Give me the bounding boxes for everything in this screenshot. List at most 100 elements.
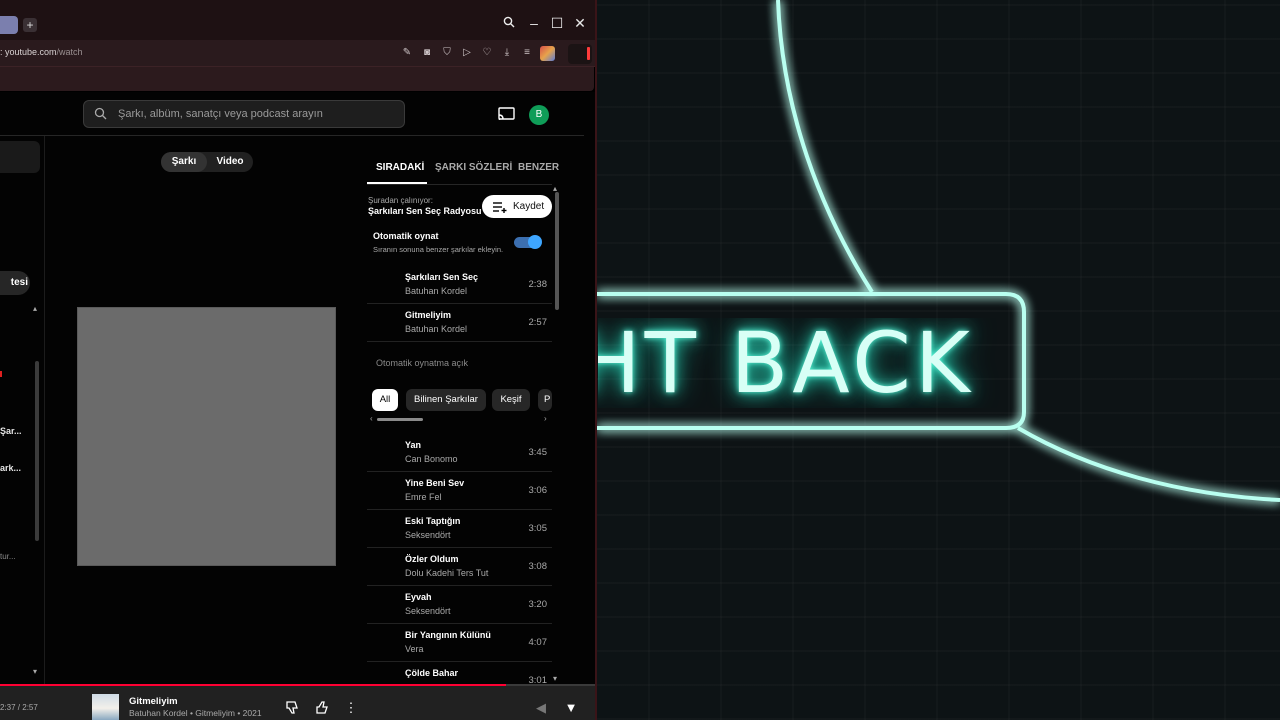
camera-icon[interactable]: ◙ <box>421 47 433 59</box>
like-icon[interactable] <box>314 700 330 716</box>
autoplay-row[interactable]: Yine Beni Sev Emre Fel 3:06 <box>367 472 552 510</box>
queue-duration: 3:45 <box>528 447 548 458</box>
autoplay-row[interactable]: Çölde Bahar 3:01 <box>367 662 552 684</box>
queue-title: Yan <box>405 440 422 450</box>
chip-more[interactable]: P <box>538 389 552 411</box>
red-marker <box>0 371 2 377</box>
sidebar-chip[interactable]: tesi <box>0 271 30 295</box>
queue-duration: 3:06 <box>528 485 548 496</box>
tab-related[interactable]: BENZER <box>518 162 559 173</box>
autoplay-row[interactable]: Eyvah Seksendört 3:20 <box>367 586 552 624</box>
autoplay-title: Otomatik oynat <box>373 231 439 241</box>
queue-title: Yine Beni Sev <box>405 478 465 488</box>
queue-artist[interactable]: Batuhan Kordel <box>405 324 467 334</box>
sidebar-item[interactable]: Şar... <box>0 426 22 436</box>
toggle-video[interactable]: Video <box>207 152 253 172</box>
queue-title: Bir Yangının Külünü <box>405 630 491 640</box>
search-icon <box>94 107 107 120</box>
sidebar-scrollbar[interactable] <box>35 361 39 541</box>
edit-icon[interactable]: ✎ <box>401 47 413 59</box>
save-button[interactable]: Kaydet <box>482 195 552 218</box>
album-art-placeholder[interactable] <box>77 307 336 566</box>
save-label: Kaydet <box>513 201 545 212</box>
chip-discover[interactable]: Keşif <box>492 389 530 411</box>
previous-arrow-icon[interactable]: ◀ <box>533 700 549 716</box>
now-playing-title[interactable]: Gitmeliyim <box>129 696 178 707</box>
browser-window: + – ☐ ✕ : youtube.com/watch ✎ ◙ ⛉ ▷ ♡ ⤓ … <box>0 0 597 720</box>
chips-scrollbar[interactable] <box>377 418 423 421</box>
autoplay-switch[interactable] <box>514 235 542 249</box>
sidebar-card[interactable] <box>0 141 40 173</box>
tab-up-next[interactable]: SIRADAKİ <box>376 162 424 173</box>
url-path: /watch <box>56 47 83 57</box>
minimize-icon[interactable]: – <box>525 14 543 32</box>
queue-artist[interactable]: Batuhan Kordel <box>405 286 467 296</box>
new-tab-icon[interactable]: + <box>23 18 37 32</box>
autoplay-row[interactable]: Bir Yangının Külünü Vera 4:07 <box>367 624 552 662</box>
queue-title: Gitmeliyim <box>405 310 452 320</box>
queue-scrollbar[interactable] <box>555 192 559 310</box>
close-icon[interactable]: ✕ <box>571 14 589 32</box>
queue-title: Şarkıları Sen Seç <box>405 272 479 282</box>
scroll-down-icon[interactable]: ▾ <box>553 674 557 683</box>
queue-artist[interactable]: Seksendört <box>405 606 451 616</box>
chips-scroll-left-icon[interactable]: ‹ <box>370 414 373 423</box>
sidebar-scroll-down-icon[interactable]: ▾ <box>33 667 37 676</box>
queue-title: Özler Oldum <box>405 554 459 564</box>
queue-duration: 3:08 <box>528 561 548 572</box>
browser-tab[interactable] <box>0 16 18 34</box>
neon-sign-text: HT BACK <box>598 318 974 408</box>
player-bar: 2:37 / 2:57 Gitmeliyim Batuhan Kordel • … <box>0 684 595 720</box>
playing-from-label: Şuradan çalınıyor: <box>368 196 433 205</box>
tab-lyrics[interactable]: ŞARKI SÖZLERİ <box>435 162 512 173</box>
chip-known-songs[interactable]: Bilinen Şarkılar <box>406 389 486 411</box>
url-text[interactable]: : youtube.com/watch <box>0 47 83 57</box>
sidebar-item-meta: tur... <box>0 552 16 561</box>
send-icon[interactable]: ▷ <box>461 47 473 59</box>
autoplay-row[interactable]: Özler Oldum Dolu Kadehi Ters Tut 3:08 <box>367 548 552 586</box>
toggle-song[interactable]: Şarkı <box>161 152 207 172</box>
left-sidebar: tesi Şar... ark... tur... <box>0 136 45 688</box>
bookmarks-bar <box>0 67 594 91</box>
search-input[interactable]: Şarkı, albüm, sanatçı veya podcast arayı… <box>83 100 405 128</box>
sidebar-item[interactable]: ark... <box>0 463 21 473</box>
download-icon[interactable]: ⤓ <box>501 47 513 59</box>
dislike-icon[interactable] <box>284 700 300 716</box>
queue-duration: 4:07 <box>528 637 548 648</box>
now-playing-thumbnail[interactable] <box>92 694 119 720</box>
tabs-divider <box>367 184 552 185</box>
sidebar-scroll-up-icon[interactable]: ▴ <box>33 304 37 313</box>
cast-icon[interactable] <box>498 107 515 121</box>
queue-artist[interactable]: Emre Fel <box>405 492 442 502</box>
queue-artist[interactable]: Vera <box>405 644 424 654</box>
playlist-name[interactable]: Şarkıları Sen Seç Radyosu <box>368 206 482 216</box>
account-avatar[interactable]: B <box>529 105 549 125</box>
extension-avatar-icon[interactable] <box>540 46 555 61</box>
expand-player-icon[interactable]: ▼ <box>563 700 579 716</box>
queue-duration: 3:05 <box>528 523 548 534</box>
autoplay-subtitle: Sıranın sonuna benzer şarkılar ekleyin. <box>373 245 504 254</box>
now-playing-subtitle[interactable]: Batuhan Kordel • Gitmeliyim • 2021 <box>129 708 262 718</box>
playlist-add-icon <box>493 202 507 213</box>
more-options-icon[interactable]: ⋮ <box>343 700 359 716</box>
search-placeholder: Şarkı, albüm, sanatçı veya podcast arayı… <box>118 108 323 120</box>
queue-duration: 3:01 <box>528 675 548 684</box>
queue-artist[interactable]: Dolu Kadehi Ters Tut <box>405 568 488 578</box>
shield-icon[interactable]: ⛉ <box>441 47 453 59</box>
autoplay-row[interactable]: Yan Can Bonomo 3:45 <box>367 434 552 472</box>
menu-icon[interactable]: ≡ <box>521 47 533 59</box>
search-tabs-icon[interactable] <box>500 14 518 32</box>
chip-all[interactable]: All <box>372 389 398 411</box>
address-bar[interactable]: : youtube.com/watch ✎ ◙ ⛉ ▷ ♡ ⤓ ≡ <box>0 40 595 67</box>
queue-artist[interactable]: Seksendört <box>405 530 451 540</box>
queue-row[interactable]: Gitmeliyim Batuhan Kordel 2:57 <box>367 304 552 342</box>
queue-duration: 2:38 <box>528 279 548 290</box>
maximize-icon[interactable]: ☐ <box>548 14 566 32</box>
queue-row[interactable]: Şarkıları Sen Seç Batuhan Kordel 2:38 <box>367 266 552 304</box>
chips-scroll-right-icon[interactable]: › <box>544 414 547 423</box>
song-video-toggle[interactable]: Şarkı Video <box>161 152 253 172</box>
heart-icon[interactable]: ♡ <box>481 47 493 59</box>
header-divider <box>0 135 584 136</box>
queue-artist[interactable]: Can Bonomo <box>405 454 458 464</box>
autoplay-row[interactable]: Eski Taptığın Seksendört 3:05 <box>367 510 552 548</box>
